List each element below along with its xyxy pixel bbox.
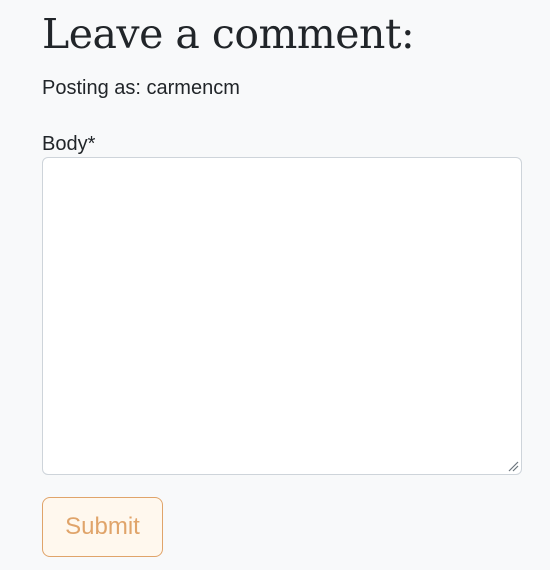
posting-as-text: Posting as: carmencm: [42, 77, 240, 99]
resize-grip-icon[interactable]: [507, 460, 519, 472]
body-textarea[interactable]: [42, 157, 522, 475]
comment-form-heading: Leave a comment:: [42, 10, 415, 58]
submit-button[interactable]: Submit: [42, 497, 163, 557]
body-field-container: [42, 157, 522, 475]
comment-form-section: Leave a comment: Posting as: carmencm Bo…: [0, 0, 550, 570]
body-field-label: Body*: [42, 133, 96, 155]
